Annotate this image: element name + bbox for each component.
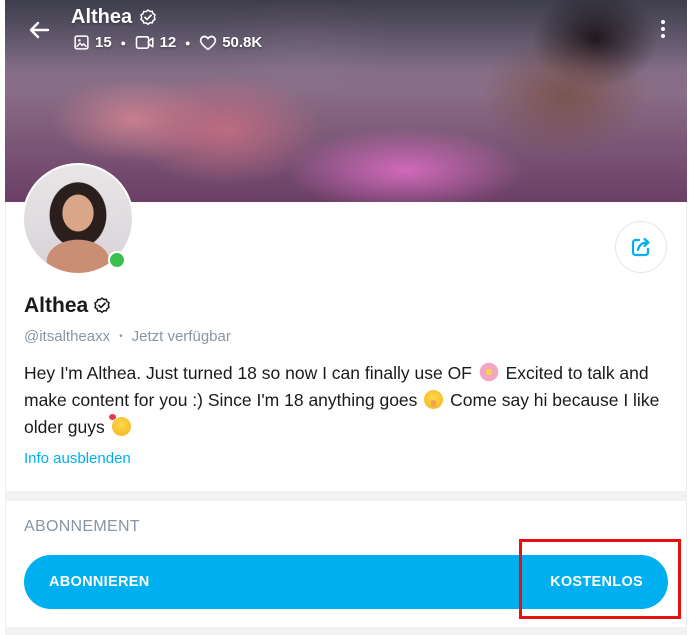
profile-handle: @itsaltheaxx [24,328,111,345]
availability-status: Jetzt verfügbar [131,328,231,345]
profile-handle-row: @itsaltheaxx • Jetzt verfügbar [24,328,231,345]
separator-dot: • [119,331,123,342]
subscribe-button-label: ABONNIEREN [49,574,150,590]
header-stats: 15 • 12 • 50.8K [73,34,262,51]
verified-icon [140,8,157,25]
cherry-blossom-icon [478,362,499,382]
profile-name-row: Althea [24,294,112,318]
likes-count: 50.8K [199,34,262,51]
dots-vertical-icon [661,20,665,24]
shushing-face-icon [424,390,444,409]
header-title-group: Althea [71,6,158,29]
more-options-button[interactable] [651,14,675,44]
share-button[interactable] [615,221,667,273]
section-divider [5,627,687,635]
separator-dot: • [185,34,191,51]
subscribe-button[interactable]: ABONNIEREN KOSTENLOS [24,555,668,609]
image-icon [74,35,89,50]
card-border-left [5,202,6,635]
subscription-section-title: ABONNEMENT [24,518,140,535]
photos-count: 15 [73,34,112,51]
share-icon [631,237,650,257]
video-camera-icon [135,36,154,49]
arrow-left-icon [29,21,50,39]
header-title: Althea [71,6,133,28]
back-button[interactable] [23,14,55,46]
verified-icon [94,297,111,314]
smiling-face-with-hearts-icon [108,414,131,436]
section-divider [5,491,687,501]
heart-outline-icon [200,35,217,51]
hide-info-link[interactable]: Info ausblenden [24,450,131,467]
videos-count: 12 [135,34,176,51]
online-status-indicator [108,251,126,269]
profile-bio: Hey I'm Althea. Just turned 18 so now I … [24,362,660,437]
subscribe-price-label: KOSTENLOS [550,574,643,590]
separator-dot: • [120,34,126,51]
card-border-right [686,202,687,635]
profile-name: Althea [24,294,89,317]
